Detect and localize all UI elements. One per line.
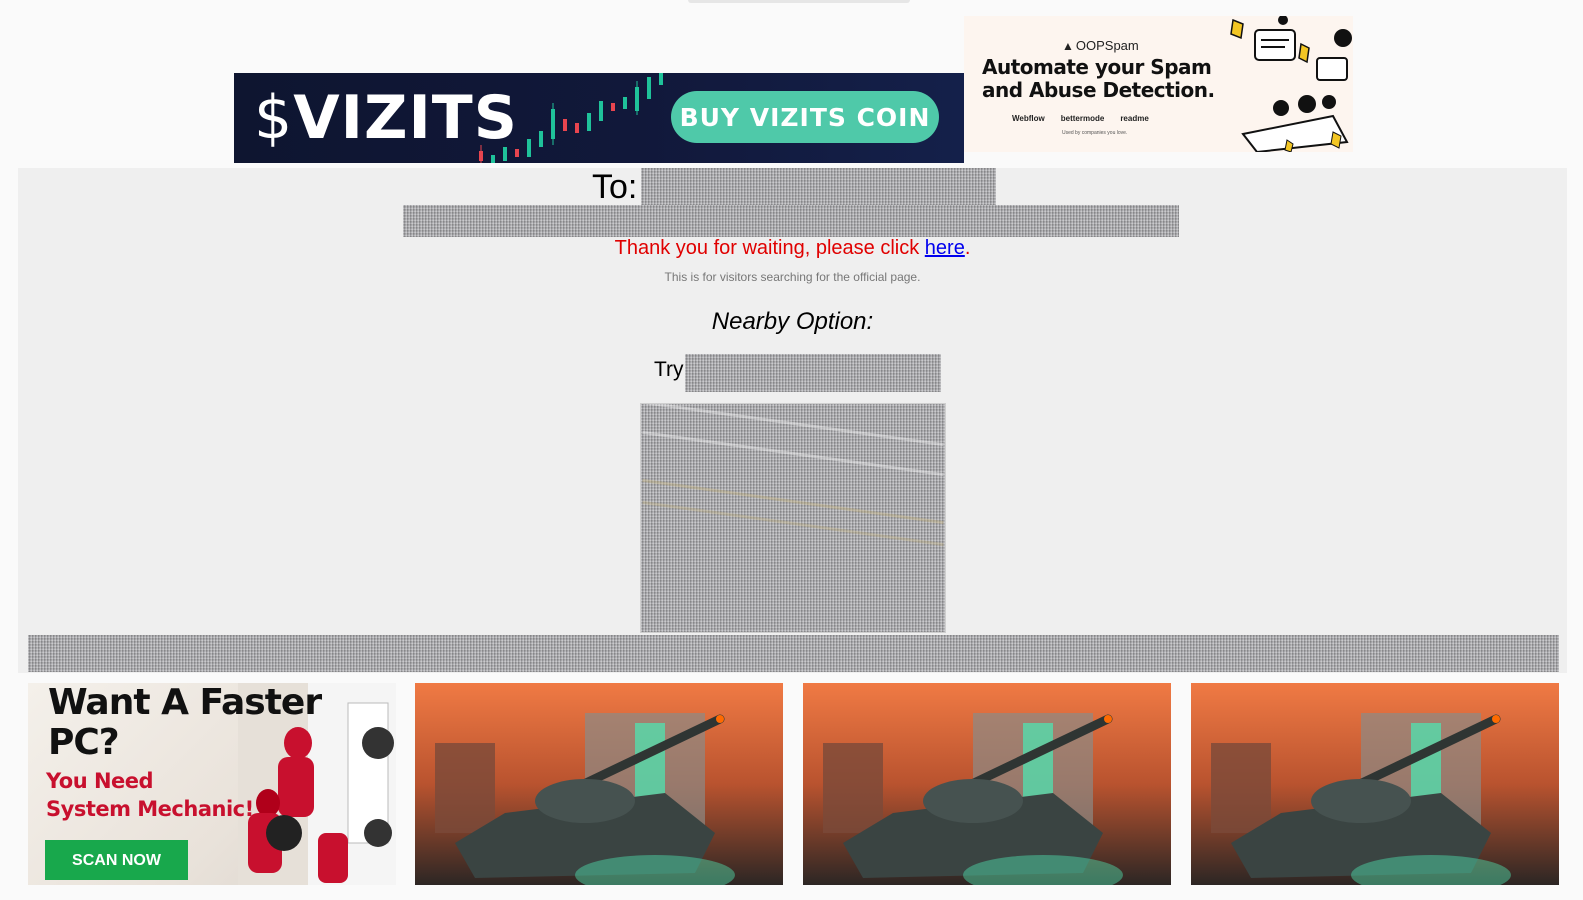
spam-illustration-icon xyxy=(1230,16,1352,152)
to-label: To: xyxy=(592,168,638,206)
tank-game-ad-2[interactable] xyxy=(803,683,1171,885)
oopspam-client-logos: Webflow bettermode readme xyxy=(1012,114,1149,123)
webflow-logo: Webflow xyxy=(1012,114,1045,123)
mechanic-subheadline: You Need System Mechanic! xyxy=(46,769,254,821)
redacted-destination xyxy=(641,168,996,205)
candlestick-chart-graphic xyxy=(479,73,663,163)
main-redirect-panel: To: Thank you for waiting, please click … xyxy=(18,168,1567,673)
tank-game-ad-3[interactable] xyxy=(1191,683,1559,885)
try-label: Try xyxy=(654,358,684,381)
tank-illustration-icon xyxy=(1191,683,1559,885)
tank-illustration-icon xyxy=(803,683,1171,885)
redacted-footer-strip xyxy=(28,635,1559,672)
vizits-banner-ad[interactable]: $VIZITS BUY VIZITS COIN xyxy=(234,73,964,163)
tank-game-ad-1[interactable] xyxy=(415,683,783,885)
bettermode-logo: bettermode xyxy=(1060,114,1105,123)
buy-vizits-coin-button[interactable]: BUY VIZITS COIN xyxy=(671,91,939,143)
oopspam-banner-ad[interactable]: ▲ OOPSpam Automate your Spam and Abuse D… xyxy=(964,16,1353,152)
scan-now-button[interactable]: SCAN NOW xyxy=(45,840,188,880)
nearby-option-heading: Nearby Option: xyxy=(711,308,874,335)
mechanic-headline: Want A Faster PC? xyxy=(48,683,322,763)
candle-group xyxy=(479,73,663,163)
oopspam-brand: ▲ OOPSpam xyxy=(1062,38,1139,53)
redacted-try-link[interactable] xyxy=(685,354,941,392)
redacted-screenshot-image xyxy=(640,403,946,633)
tank-illustration-icon xyxy=(415,683,783,885)
system-mechanic-ad[interactable]: Want A Faster PC? You Need System Mechan… xyxy=(28,683,396,885)
official-page-note: This is for visitors searching for the o… xyxy=(664,270,921,284)
to-row: To: xyxy=(18,168,1567,206)
readme-logo: readme xyxy=(1120,114,1149,123)
top-tab-edge xyxy=(688,0,910,3)
thanks-message: Thank you for waiting, please click here… xyxy=(614,237,971,259)
redacted-url-bar xyxy=(403,205,1179,237)
fox-logo-icon: ▲ xyxy=(1062,38,1074,53)
oopspam-used-by: Used by companies you love. xyxy=(1062,130,1128,136)
oopspam-headline: Automate your Spam and Abuse Detection. xyxy=(982,55,1215,102)
here-link[interactable]: here xyxy=(925,237,965,259)
